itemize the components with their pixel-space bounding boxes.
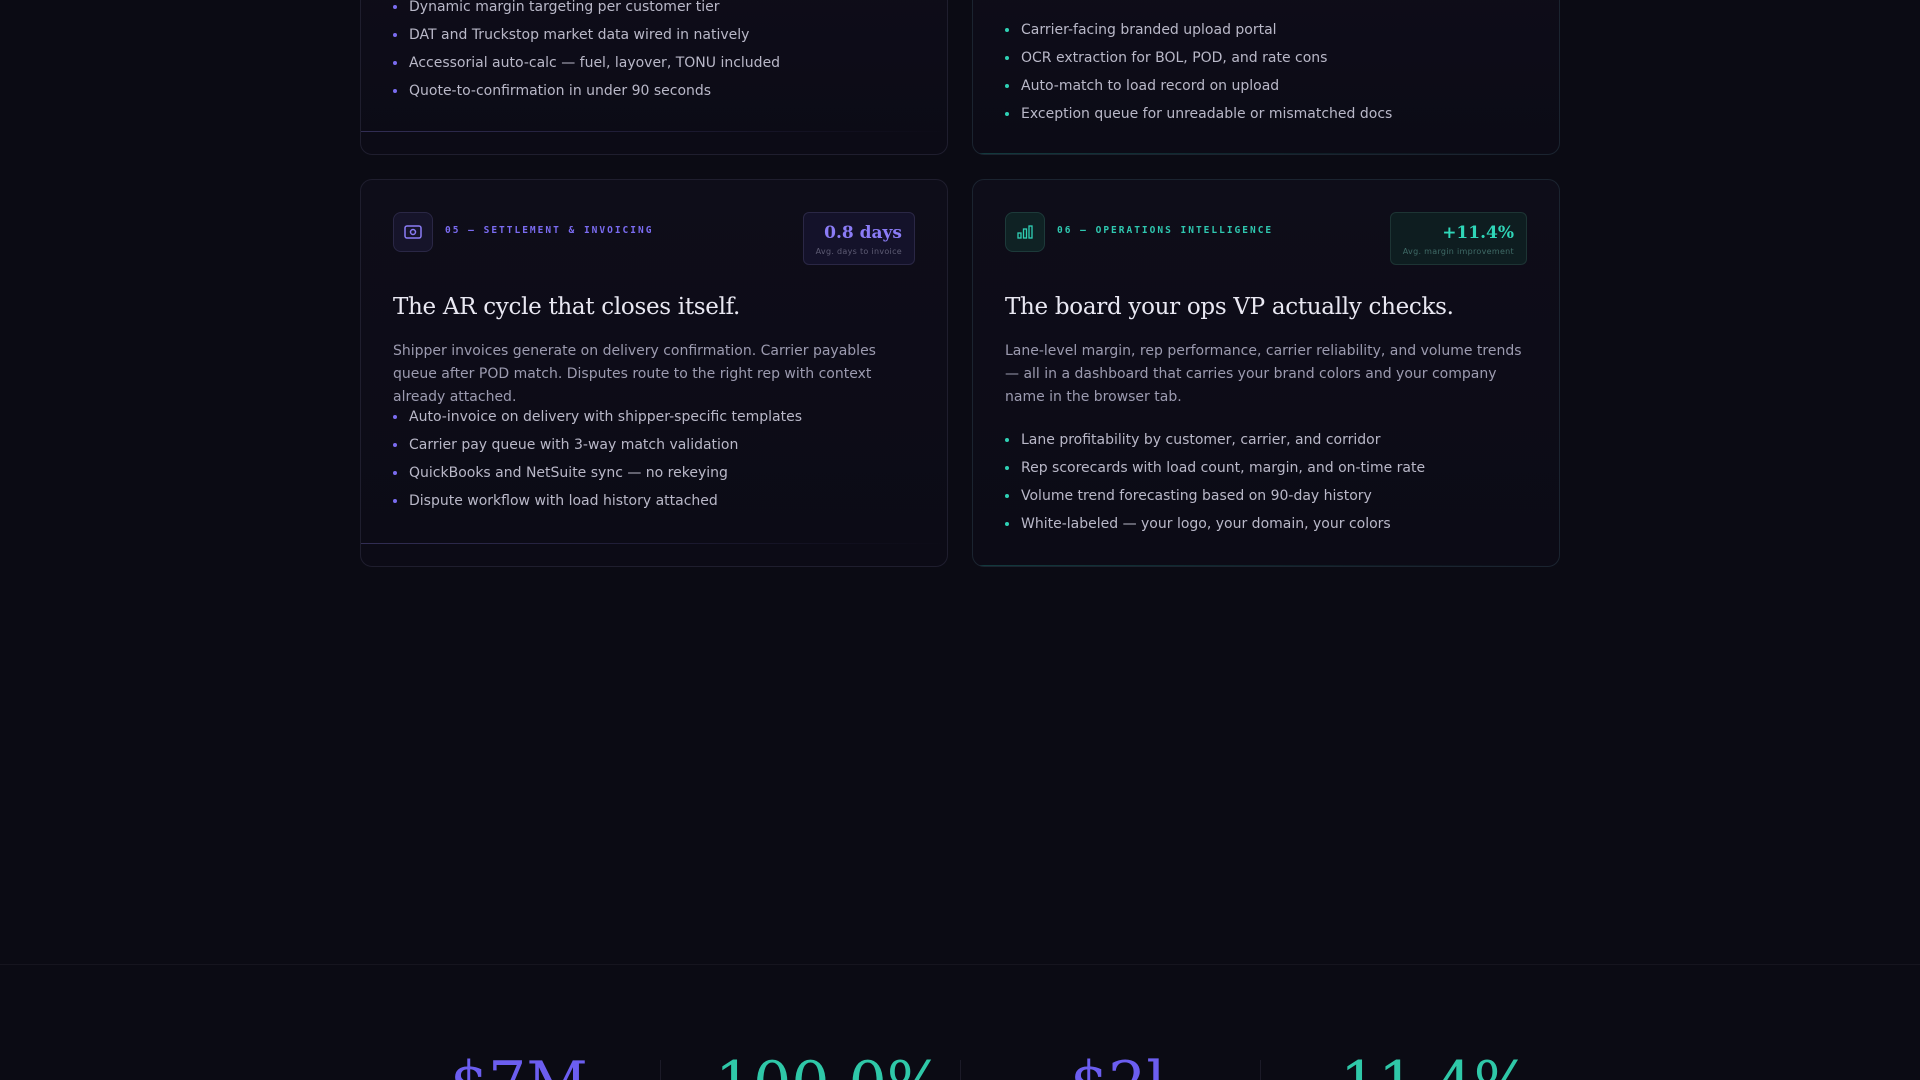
stat-separator (960, 1060, 961, 1080)
list-item: Accessorial auto-calc — fuel, layover, T… (393, 49, 780, 77)
card-description: Shipper invoices generate on delivery co… (393, 343, 876, 405)
card-description: Lane-level margin, rep performance, carr… (1005, 343, 1522, 405)
card-divider (361, 543, 947, 544)
metric-label: Avg. margin improvement (1402, 247, 1514, 256)
bar-chart-icon (1005, 212, 1045, 252)
feature-text: Dynamic margin targeting per customer ti… (409, 0, 720, 15)
feature-text: Carrier-facing branded upload portal (1021, 22, 1277, 38)
section-divider (0, 964, 1920, 965)
operations-feature-list: Lane profitability by customer, carrier,… (1005, 426, 1425, 538)
feature-text: Volume trend forecasting based on 90-day… (1021, 488, 1372, 504)
card-divider (973, 565, 1559, 566)
feature-text: Quote-to-confirmation in under 90 second… (409, 83, 712, 99)
list-item: Dispute workflow with load history attac… (393, 487, 802, 515)
section-eyebrow: 06 — OPERATIONS INTELLIGENCE (1057, 225, 1274, 236)
feature-text: Carrier pay queue with 3-way match valid… (409, 437, 739, 453)
list-item: Lane profitability by customer, carrier,… (1005, 426, 1425, 454)
card-divider (973, 153, 1559, 154)
operations-card: 06 — OPERATIONS INTELLIGENCE +11.4% Avg.… (972, 179, 1560, 567)
bullet-dot-icon (393, 5, 397, 9)
list-item: Volume trend forecasting based on 90-day… (1005, 482, 1425, 510)
feature-text: White-labeled — your logo, your domain, … (1021, 516, 1391, 532)
feature-text: Rep scorecards with load count, margin, … (1021, 460, 1426, 476)
metric-value: 0.8 days (824, 223, 902, 243)
card-title: The AR cycle that closes itself. (393, 294, 741, 320)
list-item: White-labeled — your logo, your domain, … (1005, 510, 1425, 538)
feature-text: Auto-invoice on delivery with shipper-sp… (409, 409, 802, 425)
feature-text: Lane profitability by customer, carrier,… (1021, 432, 1381, 448)
stat-separator (1260, 1060, 1261, 1080)
bullet-dot-icon (1005, 56, 1009, 60)
pricing-card: Dynamic margin targeting per customer ti… (360, 0, 948, 155)
stats-row: $7M 100.0% $2l 11.4% (0, 1040, 1920, 1080)
section-eyebrow: 05 — SETTLEMENT & INVOICING (445, 225, 654, 236)
metric-badge: +11.4% Avg. margin improvement (1389, 212, 1527, 265)
list-item: Dynamic margin targeting per customer ti… (393, 0, 780, 21)
stat-separator (660, 1060, 661, 1080)
bullet-dot-icon (1005, 84, 1009, 88)
card-divider (361, 131, 947, 132)
list-item: DAT and Truckstop market data wired in n… (393, 21, 780, 49)
bullet-dot-icon (1005, 438, 1009, 442)
list-item: Carrier-facing branded upload portal (1005, 16, 1392, 44)
invoice-icon (393, 212, 433, 252)
bullet-dot-icon (393, 443, 397, 447)
feature-text: Auto-match to load record on upload (1021, 78, 1280, 94)
document-card: Carrier-facing branded upload portal OCR… (972, 0, 1560, 155)
feature-text: Exception queue for unreadable or mismat… (1021, 106, 1393, 122)
list-item: QuickBooks and NetSuite sync — no rekeyi… (393, 459, 802, 487)
list-item: Exception queue for unreadable or mismat… (1005, 100, 1392, 128)
list-item: Auto-invoice on delivery with shipper-sp… (393, 403, 802, 431)
stat-value: $2l (1070, 1054, 1166, 1080)
list-item: Auto-match to load record on upload (1005, 72, 1392, 100)
pricing-feature-list: Dynamic margin targeting per customer ti… (393, 0, 780, 105)
bullet-dot-icon (1005, 494, 1009, 498)
metric-value: +11.4% (1442, 223, 1514, 243)
metric-badge: 0.8 days Avg. days to invoice (802, 212, 915, 265)
settlement-card: 05 — SETTLEMENT & INVOICING 0.8 days Avg… (360, 179, 948, 567)
feature-text: DAT and Truckstop market data wired in n… (409, 27, 750, 43)
bullet-dot-icon (1005, 28, 1009, 32)
bullet-dot-icon (393, 33, 397, 37)
bullet-dot-icon (393, 471, 397, 475)
feature-text: QuickBooks and NetSuite sync — no rekeyi… (409, 465, 728, 481)
bullet-dot-icon (1005, 112, 1009, 116)
feature-text: Dispute workflow with load history attac… (409, 493, 718, 509)
feature-text: OCR extraction for BOL, POD, and rate co… (1021, 50, 1328, 66)
feature-text: Accessorial auto-calc — fuel, layover, T… (409, 55, 781, 71)
settlement-feature-list: Auto-invoice on delivery with shipper-sp… (393, 403, 802, 515)
bullet-dot-icon (393, 89, 397, 93)
list-item: Carrier pay queue with 3-way match valid… (393, 431, 802, 459)
bullet-dot-icon (393, 61, 397, 65)
list-item: Quote-to-confirmation in under 90 second… (393, 77, 780, 105)
metric-label: Avg. days to invoice (815, 247, 902, 256)
document-feature-list: Carrier-facing branded upload portal OCR… (1005, 16, 1392, 128)
bullet-dot-icon (1005, 522, 1009, 526)
list-item: Rep scorecards with load count, margin, … (1005, 454, 1425, 482)
stat-value: 100.0% (715, 1054, 944, 1080)
stat-value: $7M (450, 1054, 588, 1080)
bullet-dot-icon (393, 415, 397, 419)
list-item: OCR extraction for BOL, POD, and rate co… (1005, 44, 1392, 72)
card-title: The board your ops VP actually checks. (1005, 294, 1454, 320)
stat-value: 11.4% (1340, 1054, 1531, 1080)
bullet-dot-icon (1005, 466, 1009, 470)
bullet-dot-icon (393, 499, 397, 503)
